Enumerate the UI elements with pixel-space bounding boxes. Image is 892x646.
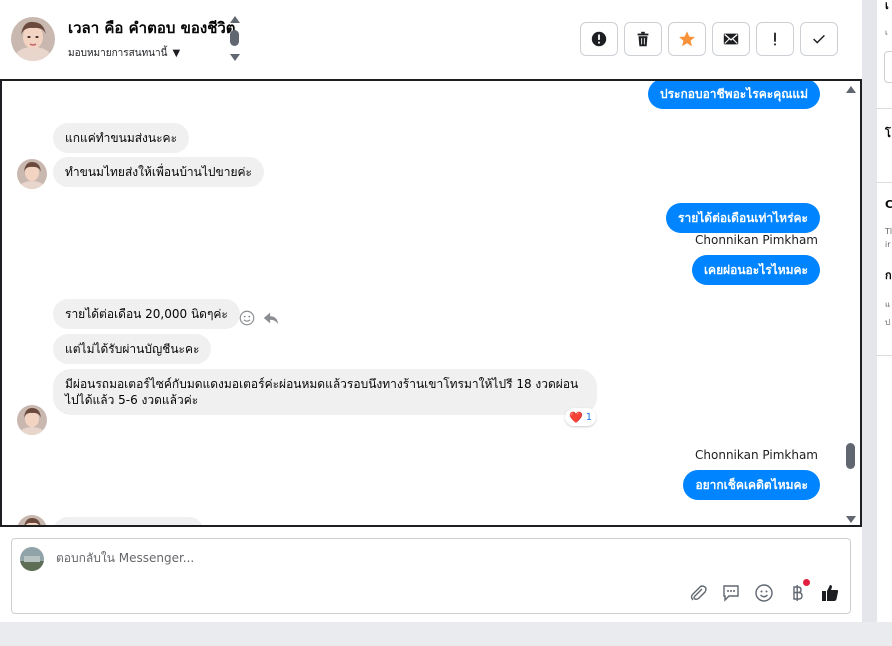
message-bubble-incoming[interactable]: ทำขนมไทยส่งให้เพื่อนบ้านไปขายค่ะ: [53, 157, 264, 187]
emoji-button[interactable]: [753, 582, 774, 603]
like-button[interactable]: [819, 582, 840, 603]
report-button[interactable]: [580, 22, 618, 56]
notification-dot: [803, 579, 810, 586]
contact-avatar-small[interactable]: [17, 405, 47, 435]
star-icon: [679, 31, 695, 47]
conversation-toolbar: [580, 22, 838, 56]
sidebar-text: ป: [885, 318, 891, 327]
sidebar-text: ก: [885, 269, 892, 282]
caret-down-icon: ▼: [172, 48, 181, 59]
reply-icon[interactable]: [262, 309, 280, 327]
sidebar-text: C: [885, 198, 892, 211]
message-actions: [238, 309, 280, 327]
message-bubble-incoming[interactable]: รายได้ต่อเดือน 20,000 นิดๆค่ะ: [53, 299, 240, 329]
contact-avatar-small[interactable]: [17, 159, 47, 189]
reply-composer: [11, 538, 851, 614]
star-button[interactable]: [668, 22, 706, 56]
page-background: [0, 622, 892, 646]
message-reaction[interactable]: ❤️ 1: [565, 408, 597, 426]
conversation-panel: เวลา คือ คำตอบ ของชีวิต มอบหมายการสนทนาน…: [0, 0, 862, 622]
scroll-down-arrow-icon[interactable]: [846, 516, 856, 523]
reaction-count: 1: [585, 411, 593, 423]
scroll-up-arrow-icon[interactable]: [230, 16, 240, 23]
contact-details-sidebar: เ เ โ C Tl ir ก แ ป: [877, 0, 892, 622]
emoji-react-icon[interactable]: [238, 309, 256, 327]
check-icon: [813, 34, 825, 44]
sender-name: Chonnikan Pimkham: [695, 448, 818, 462]
assign-conversation-dropdown[interactable]: มอบหมายการสนทนานี้ ▼: [68, 46, 180, 61]
divider: [877, 108, 892, 109]
thumbs-up-icon: [821, 584, 838, 601]
mark-done-button[interactable]: [800, 22, 838, 56]
page-avatar: [20, 547, 44, 571]
baht-icon: [792, 584, 803, 601]
envelope-icon: [723, 33, 739, 45]
mark-unread-button[interactable]: [712, 22, 750, 56]
message-bubble-outgoing[interactable]: รายได้ต่อเดือนเท่าไหร่คะ: [666, 203, 820, 233]
chat-bubble-icon: [722, 584, 739, 602]
message-bubble-outgoing[interactable]: ประกอบอาชีพอะไรคะคุณแม่: [647, 81, 820, 109]
message-bubble-outgoing[interactable]: เคยผ่อนอะไรไหมคะ: [691, 255, 820, 285]
message-thread[interactable]: ประกอบอาชีพอะไรคะคุณแม่ แกแค่ทำขนมส่งนะค…: [0, 79, 862, 527]
sidebar-input[interactable]: [884, 51, 892, 83]
scroll-thumb[interactable]: [230, 30, 239, 46]
message-bubble-incoming[interactable]: แต่ไม่ได้รับผ่านบัญชีนะคะ: [53, 334, 212, 364]
sidebar-text: เ: [885, 0, 889, 12]
conversation-header: เวลา คือ คำตอบ ของชีวิต มอบหมายการสนทนาน…: [0, 0, 862, 80]
composer-tools: [687, 579, 840, 603]
assign-label: มอบหมายการสนทนานี้: [68, 48, 168, 59]
contact-avatar-small[interactable]: [17, 515, 47, 525]
sidebar-text: ir: [885, 240, 891, 249]
sidebar-text: แ: [885, 300, 891, 309]
alert-circle-icon: [591, 31, 607, 47]
divider: [877, 182, 892, 183]
trash-icon: [637, 31, 649, 47]
sidebar-text: Tl: [885, 227, 892, 236]
message-bubble-outgoing[interactable]: อยากเช็คเคดิตไหมคะ: [683, 470, 820, 500]
message-bubble-incoming[interactable]: มีผ่อนรถมอเตอร์ไซค์กับมดแดงมอเตอร์ค่ะผ่อ…: [53, 369, 597, 415]
header-scrollbar[interactable]: [229, 16, 241, 64]
attach-button[interactable]: [687, 582, 708, 603]
exclamation-icon: [774, 32, 776, 46]
sender-name: Chonnikan Pimkham: [695, 233, 818, 247]
delete-button[interactable]: [624, 22, 662, 56]
contact-name[interactable]: เวลา คือ คำตอบ ของชีวิต: [68, 16, 236, 40]
scroll-up-arrow-icon[interactable]: [846, 86, 856, 93]
divider: [877, 355, 892, 356]
scroll-down-arrow-icon[interactable]: [230, 54, 240, 61]
smiley-icon: [754, 583, 773, 602]
message-bubble-incoming[interactable]: ถ้าให้ดูรถลงขอเกินนะคะ: [53, 517, 204, 525]
scroll-thumb[interactable]: [846, 443, 855, 469]
paperclip-icon: [690, 584, 707, 600]
saved-replies-button[interactable]: [720, 582, 741, 603]
sidebar-text: โ: [885, 127, 891, 140]
payment-button[interactable]: [786, 579, 810, 603]
thread-scrollbar[interactable]: [844, 81, 858, 525]
reply-input[interactable]: [56, 551, 656, 565]
heart-icon: ❤️: [569, 410, 583, 424]
sidebar-text: เ: [885, 28, 888, 37]
important-button[interactable]: [756, 22, 794, 56]
message-bubble-incoming[interactable]: แกแค่ทำขนมส่งนะคะ: [53, 123, 190, 153]
contact-avatar[interactable]: [11, 17, 55, 61]
